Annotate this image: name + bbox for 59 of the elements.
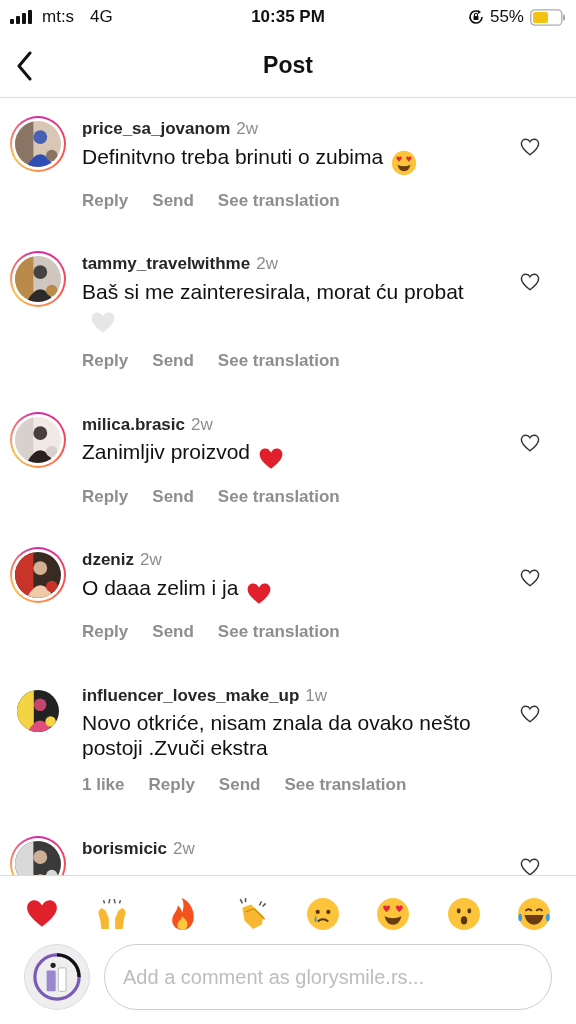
- username[interactable]: price_sa_jovanom: [82, 116, 231, 142]
- clock: 10:35 PM: [251, 6, 325, 29]
- back-icon: [16, 51, 32, 81]
- comment-action-link[interactable]: Reply: [82, 483, 129, 510]
- battery-icon: [530, 8, 566, 26]
- comment-time: 2w: [256, 253, 278, 276]
- reaction-button[interactable]: [305, 896, 342, 932]
- username[interactable]: milica.brasic: [82, 411, 185, 438]
- username[interactable]: tammy_travelwithme: [82, 251, 251, 277]
- comment-action-link[interactable]: Send: [218, 772, 261, 798]
- comment-action-link[interactable]: Reply: [82, 187, 129, 214]
- tears-of-joy-face-icon: [516, 897, 551, 931]
- comment-input[interactable]: Add a comment as glorysmile.rs...: [104, 944, 552, 1010]
- comment-text: Definitvno treba brinuti o zubima: [82, 144, 384, 168]
- comment-action-link[interactable]: Send: [152, 619, 194, 645]
- reaction-button[interactable]: [445, 896, 482, 932]
- comment-action-link[interactable]: Reply: [82, 619, 129, 645]
- surprised-face-icon: [446, 897, 481, 931]
- comment-text: Novo otkriće, nisam znala da ovako nešto postoji .Zvuči ekstra: [82, 711, 471, 760]
- comment-action-link[interactable]: Send: [152, 483, 194, 510]
- like-icon[interactable]: [520, 704, 540, 723]
- comment-time: 2w: [173, 837, 195, 860]
- like-icon[interactable]: [520, 433, 540, 452]
- battery-percent: 55%: [489, 6, 524, 29]
- page-title: Post: [263, 51, 313, 81]
- username[interactable]: influencer_loves_make_up: [82, 682, 300, 709]
- comment-text: O daaa zelim i ja: [82, 575, 239, 599]
- comment-action-link[interactable]: 1 like: [82, 772, 125, 798]
- username[interactable]: borismicic: [82, 835, 168, 862]
- comment-action-link[interactable]: See translation: [217, 619, 340, 645]
- comment-time: 2w: [191, 413, 213, 436]
- heart-eyes-face-icon: [391, 149, 418, 176]
- comment-action-link[interactable]: See translation: [217, 348, 340, 374]
- carrier-name: mt:s: [42, 6, 75, 29]
- avatar[interactable]: [10, 116, 66, 172]
- like-icon[interactable]: [520, 569, 540, 588]
- like-icon[interactable]: [520, 138, 540, 156]
- comment-text: Zanimljiv proizvod: [82, 440, 251, 464]
- comment-action-link[interactable]: Reply: [148, 772, 195, 798]
- comment-action-link[interactable]: Send: [152, 187, 194, 214]
- avatar[interactable]: [10, 835, 66, 875]
- comment-action-link[interactable]: See translation: [284, 772, 407, 798]
- rotation-lock-icon: [467, 9, 484, 25]
- reaction-button[interactable]: [515, 896, 552, 932]
- comment-time: 2w: [139, 549, 162, 572]
- reaction-button[interactable]: [375, 896, 412, 932]
- comment-action-link[interactable]: Reply: [82, 348, 129, 374]
- username[interactable]: dzeniz: [82, 547, 134, 573]
- crying-face-icon: [306, 897, 341, 931]
- like-icon[interactable]: [520, 273, 540, 292]
- network-type: 4G: [90, 6, 113, 29]
- heart-eyes-face-icon: [376, 897, 411, 931]
- comment-action-link[interactable]: See translation: [217, 187, 340, 214]
- comment-action-link[interactable]: Send: [152, 348, 194, 374]
- like-icon[interactable]: [520, 857, 540, 875]
- comment-text: Baš si me zainteresirala, morat ću probat: [82, 279, 464, 303]
- comment-time: 2w: [236, 118, 259, 140]
- comment-action-link[interactable]: See translation: [217, 483, 340, 510]
- comment-time: 1w: [305, 684, 328, 707]
